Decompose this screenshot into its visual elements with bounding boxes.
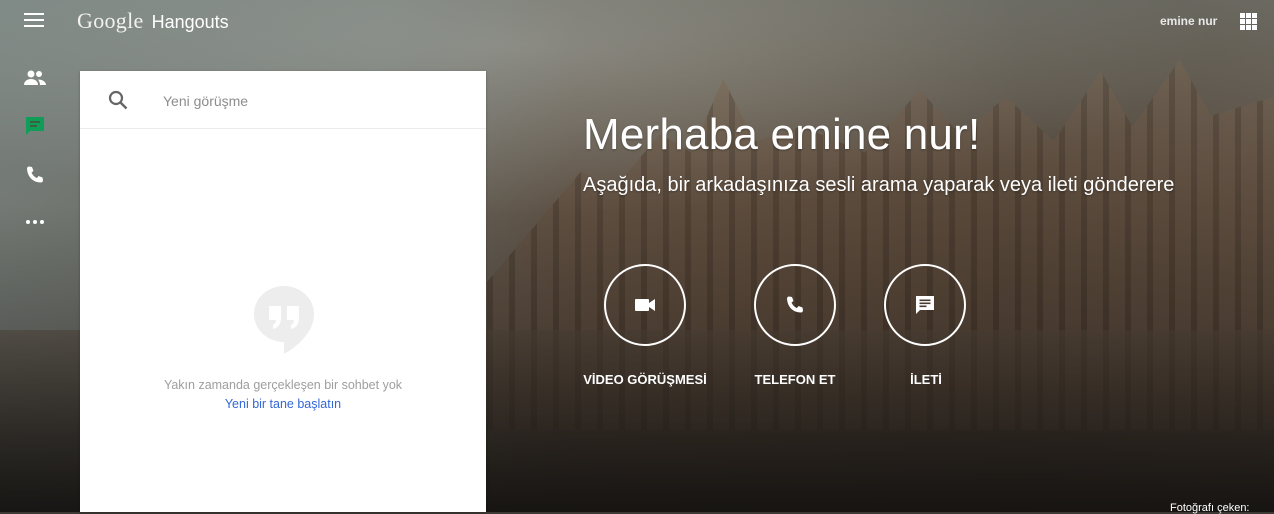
- message-label[interactable]: İLETİ: [895, 372, 957, 387]
- video-call-label[interactable]: VİDEO GÖRÜŞMESİ: [583, 372, 707, 387]
- video-call-button[interactable]: [604, 264, 686, 346]
- phone-call-label[interactable]: TELEFON ET: [749, 372, 841, 387]
- brand-google: Google: [77, 8, 144, 33]
- phone-icon[interactable]: [22, 164, 48, 186]
- greeting-subtitle: Aşağıda, bir arkadaşınıza sesli arama ya…: [583, 174, 1175, 196]
- menu-icon[interactable]: [24, 13, 44, 27]
- photo-credit: Fotoğrafı çeken:: [1170, 502, 1250, 514]
- chat-icon[interactable]: [22, 115, 48, 137]
- message-button[interactable]: [884, 264, 966, 346]
- video-icon: [635, 299, 655, 311]
- hangouts-quote-icon: [252, 284, 316, 361]
- user-name[interactable]: emine nur: [1160, 14, 1217, 28]
- search-icon[interactable]: [108, 90, 128, 110]
- search-bar: [80, 71, 486, 129]
- brand-product: Hangouts: [151, 12, 229, 32]
- message-icon: [916, 296, 934, 314]
- new-conversation-input[interactable]: [161, 89, 465, 113]
- app-logo[interactable]: Google Hangouts: [77, 8, 229, 34]
- conversations-panel: Yakın zamanda gerçekleşen bir sohbet yok…: [80, 71, 486, 512]
- apps-grid-icon[interactable]: [1240, 13, 1257, 30]
- empty-state-text: Yakın zamanda gerçekleşen bir sohbet yok: [163, 378, 403, 392]
- phone-icon: [787, 296, 803, 313]
- more-icon[interactable]: [22, 211, 48, 233]
- contacts-icon[interactable]: [22, 67, 48, 89]
- greeting-title: Merhaba emine nur!: [583, 110, 981, 159]
- start-new-link[interactable]: Yeni bir tane başlatın: [80, 397, 486, 411]
- phone-call-button[interactable]: [754, 264, 836, 346]
